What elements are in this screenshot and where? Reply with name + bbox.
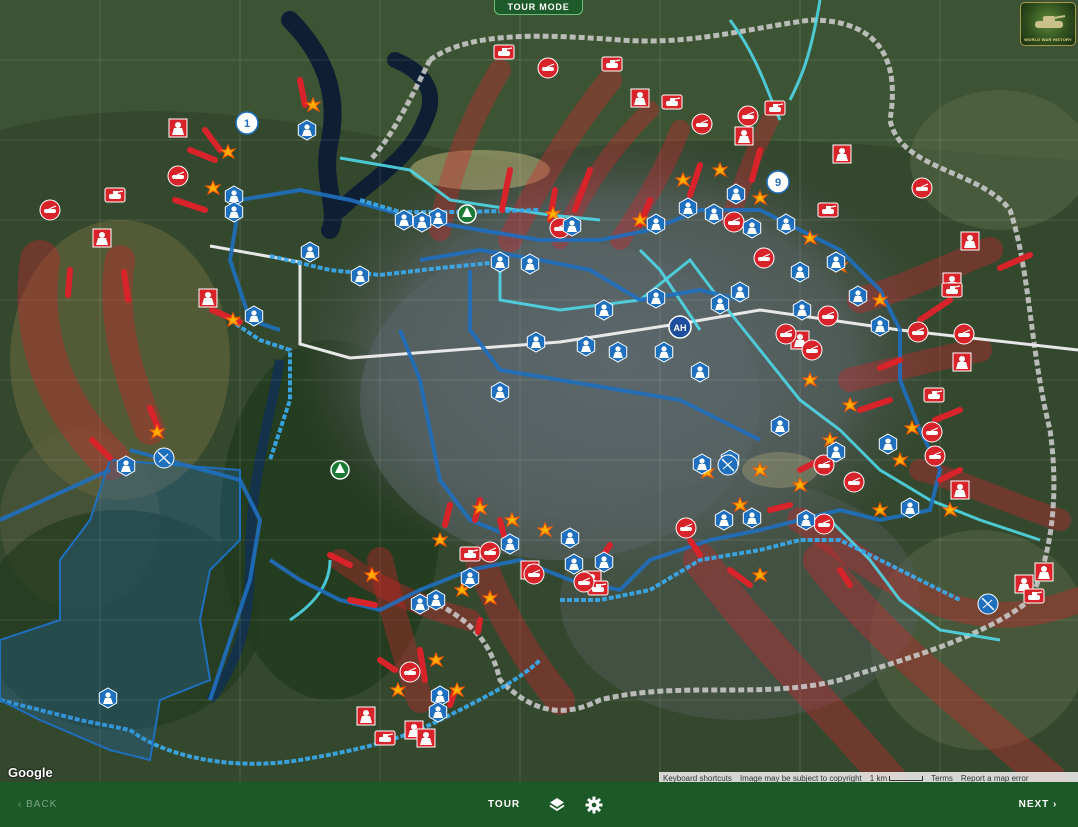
layers-icon[interactable] — [548, 796, 566, 814]
back-label: BACK — [26, 799, 58, 810]
tour-mode-badge: TOUR MODE — [494, 0, 583, 15]
chevron-right-icon: › — [1053, 799, 1058, 810]
next-button[interactable]: NEXT › — [1011, 792, 1065, 818]
google-logo: Google — [8, 765, 53, 780]
gear-icon[interactable] — [585, 796, 603, 814]
next-label: NEXT — [1018, 799, 1050, 810]
brand-logo[interactable]: WORLD WAR HISTORY — [1020, 2, 1076, 46]
step-marker-label[interactable]: 1 — [244, 118, 250, 130]
map-canvas[interactable]: 1 9 AH — [0, 0, 1078, 782]
bottom-bar: ‹ BACK TOUR NEXT › — [0, 782, 1078, 827]
scale-line — [889, 775, 924, 781]
logo-text: WORLD WAR HISTORY — [1024, 37, 1072, 42]
back-button[interactable]: ‹ BACK — [18, 782, 57, 827]
step-marker-label[interactable]: 9 — [775, 177, 781, 189]
chevron-left-icon: ‹ — [18, 799, 23, 810]
tour-button[interactable]: TOUR — [488, 782, 520, 827]
hq-marker[interactable]: AH — [674, 323, 687, 333]
